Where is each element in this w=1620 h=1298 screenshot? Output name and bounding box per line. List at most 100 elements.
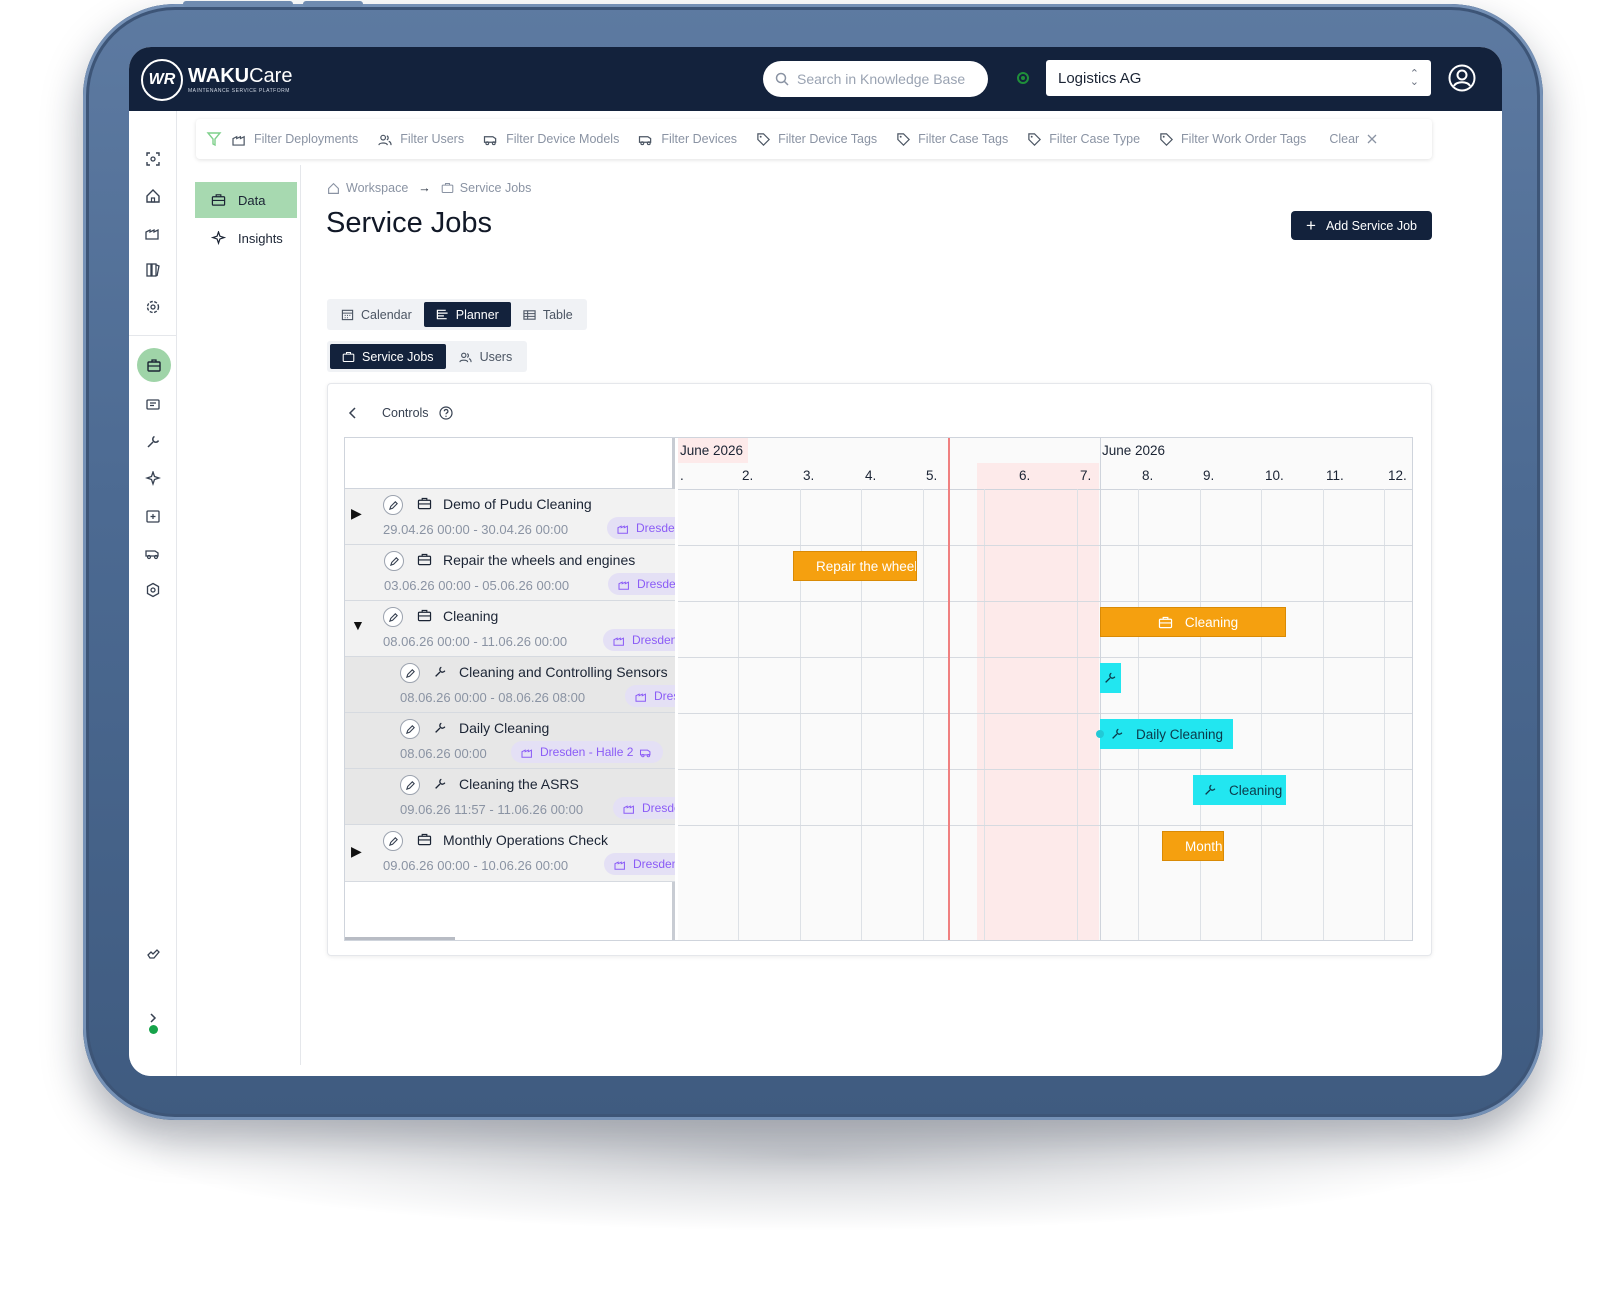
filter-work-order-tags[interactable]: Filter Work Order Tags [1159, 132, 1306, 147]
tab-service-jobs[interactable]: Service Jobs [330, 344, 446, 369]
wrench-icon [1205, 784, 1216, 795]
rail-home-icon[interactable] [141, 184, 165, 208]
job-list-header [345, 438, 672, 489]
day-label: 2. [742, 468, 754, 483]
deployment-tag: Dresden - Halle 2 [511, 741, 664, 763]
search-icon [775, 72, 789, 86]
tab-table[interactable]: Table [511, 302, 585, 327]
section-nav-data[interactable]: Data [195, 182, 297, 218]
day-label: 7. [1080, 468, 1092, 483]
rail-factory-icon[interactable] [141, 221, 165, 245]
edit-icon[interactable] [400, 719, 420, 739]
knowledge-search[interactable] [763, 61, 988, 97]
day-gridline [1137, 489, 1139, 940]
edit-icon[interactable] [384, 551, 404, 571]
logo: WR WAKUCare MAINTENANCE SERVICE PLATFORM [141, 59, 292, 101]
filter-device-models[interactable]: Filter Device Models [483, 132, 619, 146]
edit-icon[interactable] [383, 495, 403, 515]
filter-users[interactable]: Filter Users [377, 132, 464, 146]
edit-icon[interactable] [400, 663, 420, 683]
day-gridline [922, 489, 924, 940]
section-nav-insights[interactable]: Insights [195, 220, 297, 256]
job-row[interactable]: ▶ Monthly Operations Check 09.06.26 00:0… [345, 825, 675, 882]
filter-deployments[interactable]: Filter Deployments [232, 132, 358, 146]
gantt-bar[interactable] [1100, 663, 1121, 693]
job-row[interactable]: Repair the wheels and engines 03.06.26 0… [345, 545, 675, 601]
factory-icon [617, 524, 628, 534]
day-label: 4. [865, 468, 877, 483]
collapse-toggle-icon[interactable]: ▼ [351, 617, 365, 633]
task-row[interactable]: Daily Cleaning 08.06.26 00:00 Dresden - … [345, 713, 675, 769]
expand-toggle-icon[interactable]: ▶ [351, 505, 362, 522]
job-row[interactable]: ▶ Demo of Pudu Cleaning 29.04.26 00:00 -… [345, 489, 675, 545]
gantt-bar[interactable]: Cleaning [1193, 775, 1286, 805]
tag-icon [1028, 132, 1042, 146]
filter-device-tags[interactable]: Filter Device Tags [756, 132, 877, 147]
rail-insights-icon[interactable] [141, 467, 165, 491]
wrench-icon [1105, 672, 1116, 683]
rail-hand-icon[interactable] [141, 942, 165, 966]
filter-devices[interactable]: Filter Devices [638, 132, 737, 146]
gantt-bar-label: Daily Cleaning [1136, 726, 1224, 742]
rail-vehicle-icon[interactable] [141, 541, 165, 565]
tab-users[interactable]: Users [446, 344, 525, 369]
expand-toggle-icon[interactable]: ▶ [351, 843, 362, 860]
rail-system-settings-icon[interactable] [141, 578, 165, 602]
rail-books-icon[interactable] [141, 258, 165, 282]
search-input[interactable] [797, 71, 977, 87]
chevron-left-icon[interactable] [348, 407, 358, 419]
rail-wrench-icon[interactable] [141, 430, 165, 454]
gantt-bar[interactable]: Cleaning [1100, 607, 1286, 637]
day-gridline [983, 489, 985, 940]
rail-scan-icon[interactable] [141, 147, 165, 171]
filter-case-type[interactable]: Filter Case Type [1027, 132, 1140, 147]
task-title: Daily Cleaning [459, 720, 550, 736]
tenant-select[interactable]: Logistics AG ⌃ ⌄ [1046, 60, 1431, 96]
tab-label: Calendar [361, 307, 412, 322]
add-service-job-button[interactable]: + Add Service Job [1291, 211, 1432, 240]
user-profile-icon[interactable] [1447, 63, 1477, 93]
edit-icon[interactable] [383, 607, 403, 627]
rail-cases-icon[interactable] [141, 393, 165, 417]
briefcase-icon [441, 183, 454, 193]
breadcrumb-current: Service Jobs [459, 181, 532, 195]
tag-icon [897, 132, 911, 146]
horizontal-scrollbar[interactable] [345, 937, 455, 940]
job-title: Cleaning [443, 608, 499, 624]
section-nav-label: Insights [238, 230, 283, 246]
filter-label: Filter Device Tags [778, 132, 878, 146]
rail-calendar-icon[interactable] [141, 504, 165, 528]
tab-planner[interactable]: Planner [423, 302, 511, 327]
filter-funnel-icon[interactable] [206, 131, 222, 147]
help-icon[interactable] [438, 406, 453, 420]
rail-service-jobs-icon[interactable] [137, 348, 171, 382]
row-gridline [678, 713, 1412, 714]
logo-tagline: MAINTENANCE SERVICE PLATFORM [188, 88, 290, 94]
edit-icon[interactable] [383, 831, 403, 851]
gantt-bar[interactable]: Repair the wheels [793, 551, 917, 581]
task-row[interactable]: Cleaning and Controlling Sensors 08.06.2… [345, 657, 675, 713]
gantt-bar-label: Cleaning [1184, 614, 1239, 630]
day-gridline [1076, 489, 1078, 940]
job-row[interactable]: ▼ Cleaning 08.06.26 00:00 - 11.06.26 00:… [345, 601, 675, 657]
tab-calendar[interactable]: Calendar [329, 302, 424, 327]
factory-icon [521, 748, 532, 758]
tag-label: Dresden [637, 577, 675, 591]
breadcrumb-workspace[interactable]: Workspace [346, 181, 408, 195]
wrench-icon [433, 665, 447, 684]
tag-label: Dresden [633, 857, 675, 871]
wrench-icon [1112, 728, 1123, 739]
filter-case-tags[interactable]: Filter Case Tags [896, 132, 1008, 147]
clear-filters-button[interactable]: Clear [1329, 132, 1377, 146]
wrench-icon [433, 777, 447, 796]
gantt-bar[interactable]: Monthly [1162, 831, 1224, 861]
rail-expand-icon[interactable] [141, 1006, 165, 1030]
filter-label: Filter Case Type [1049, 132, 1141, 146]
row-gridline [678, 825, 1412, 826]
controls-label[interactable]: Controls [382, 406, 429, 420]
task-row[interactable]: Cleaning the ASRS 09.06.26 11:57 - 11.06… [345, 769, 675, 825]
edit-icon[interactable] [400, 775, 420, 795]
rail-settings-icon[interactable] [141, 295, 165, 319]
gantt-bar-label: Monthly [1185, 838, 1223, 854]
gantt-bar[interactable]: Daily Cleaning [1100, 719, 1233, 749]
